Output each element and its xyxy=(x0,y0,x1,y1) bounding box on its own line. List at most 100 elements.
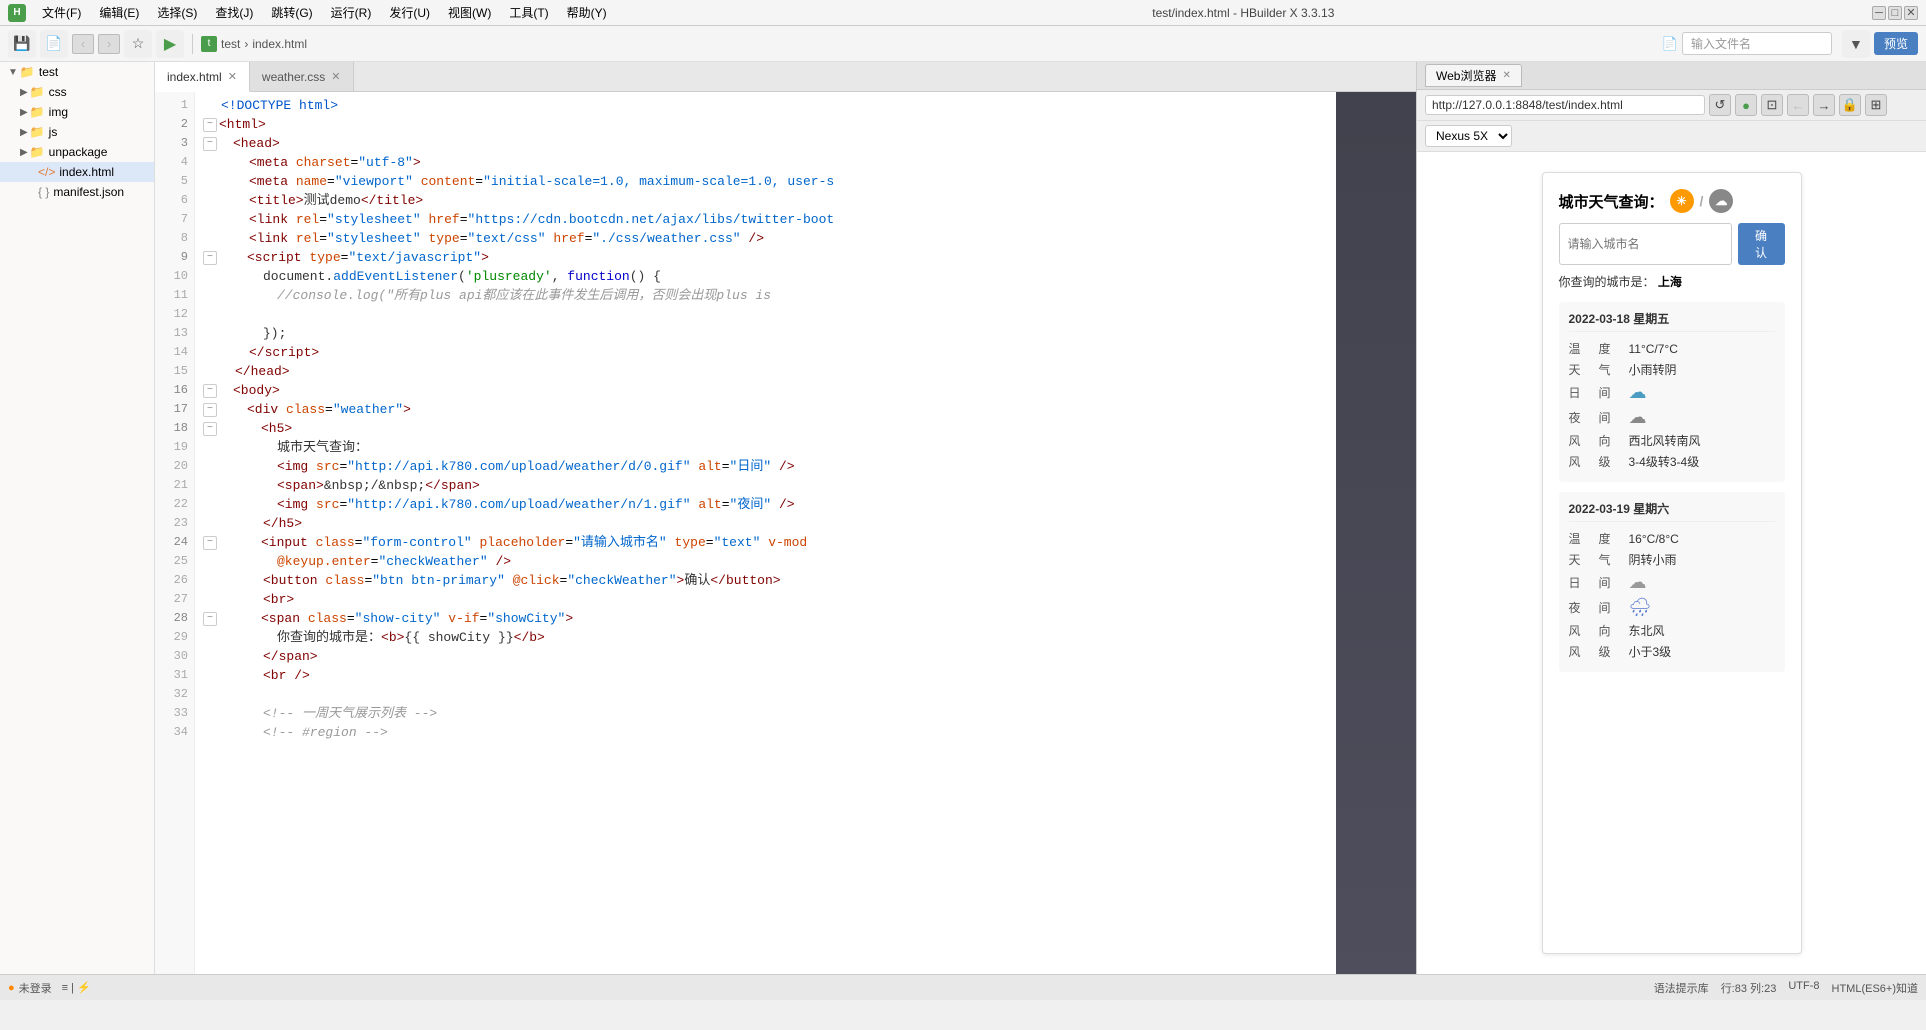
menu-publish[interactable]: 发行(U) xyxy=(381,2,438,23)
ln-15: 15 xyxy=(155,362,194,381)
ln-17: 17 xyxy=(155,400,194,419)
row-icon2: | xyxy=(71,982,74,994)
menu-tools[interactable]: 工具(T) xyxy=(501,2,556,23)
ln-23: 23 xyxy=(155,514,194,533)
menu-help[interactable]: 帮助(Y) xyxy=(559,2,615,23)
menu-view[interactable]: 视图(W) xyxy=(440,2,499,23)
login-status[interactable]: ● 未登录 xyxy=(8,980,52,996)
weather-day-2: 2022-03-19 星期六 温 度 16°C/8°C 天 气 阴转小雨 日 间 xyxy=(1559,492,1785,672)
syntax-btn[interactable]: HTML(ES6+)知道 xyxy=(1832,980,1919,996)
code-line-20: <img src="http://api.k780.com/upload/wea… xyxy=(195,457,1336,476)
code-line-5: <meta name="viewport" content="initial-s… xyxy=(195,172,1336,191)
fold-24[interactable]: − xyxy=(203,536,217,550)
sidebar-item-index[interactable]: </> index.html xyxy=(0,162,154,182)
close-button[interactable]: ✕ xyxy=(1904,6,1918,20)
tab-weather-css[interactable]: weather.css ✕ xyxy=(250,62,354,91)
root-arrow: ▼ xyxy=(8,67,18,78)
fold-9[interactable]: − xyxy=(203,251,217,265)
code-text-25: @keyup.enter="checkWeather" /> xyxy=(221,552,511,571)
back-button[interactable]: ‹ xyxy=(72,34,94,54)
grid-button[interactable]: ⊞ xyxy=(1865,94,1887,116)
tab-index-html[interactable]: index.html ✕ xyxy=(155,62,250,92)
menu-file[interactable]: 文件(F) xyxy=(34,2,89,23)
tab-weather-close[interactable]: ✕ xyxy=(331,70,340,83)
js-arrow: ▶ xyxy=(20,127,28,138)
file-input-field[interactable]: 输入文件名 xyxy=(1682,32,1832,55)
screenshot-button[interactable]: ⊡ xyxy=(1761,94,1783,116)
browser-tab-close[interactable]: ✕ xyxy=(1502,70,1510,81)
fold-17[interactable]: − xyxy=(203,403,217,417)
code-line-3: − <head> xyxy=(195,134,1336,153)
code-text-16: <body> xyxy=(219,381,280,400)
reload-button[interactable]: ● xyxy=(1735,94,1757,116)
img-label: img xyxy=(49,105,68,119)
fold-3[interactable]: − xyxy=(203,137,217,151)
file-icon: 📄 xyxy=(1662,36,1678,52)
ln-19: 19 xyxy=(155,438,194,457)
sidebar-item-css[interactable]: ▶ 📁 css xyxy=(0,82,154,102)
save-button[interactable]: 💾 xyxy=(8,30,36,58)
code-text-18: <h5> xyxy=(219,419,292,438)
city-input[interactable] xyxy=(1559,223,1732,265)
forward-button[interactable]: › xyxy=(98,34,120,54)
fold-2[interactable]: − xyxy=(203,118,217,132)
day2-night-icon: 🌧 xyxy=(1629,597,1775,618)
code-content[interactable]: <!DOCTYPE html> − <html> − <head> <meta … xyxy=(195,92,1336,974)
run-button[interactable]: ▶ xyxy=(156,30,184,58)
lock-button[interactable]: 🔒 xyxy=(1839,94,1861,116)
menu-select[interactable]: 选择(S) xyxy=(149,2,205,23)
img-folder-icon: 📁 xyxy=(30,105,45,119)
code-text-4: <meta charset="utf-8"> xyxy=(221,153,421,172)
device-bar: Nexus 5X xyxy=(1417,121,1926,152)
code-line-19: 城市天气查询： xyxy=(195,438,1336,457)
breadcrumb-file[interactable]: index.html xyxy=(252,37,307,51)
day1-weather-label: 天 xyxy=(1569,361,1599,378)
browser-tab[interactable]: Web浏览器 ✕ xyxy=(1425,64,1522,87)
code-line-25: @keyup.enter="checkWeather" /> xyxy=(195,552,1336,571)
day1-day-icon: ☁ xyxy=(1629,382,1775,403)
day2-weather-label: 天 xyxy=(1569,551,1599,568)
tab-index-label: index.html xyxy=(167,70,222,84)
day2-day-label2: 间 xyxy=(1599,574,1629,591)
filter-icon[interactable]: ▼ xyxy=(1842,30,1870,58)
hint-btn[interactable]: 语法提示库 xyxy=(1654,980,1709,996)
code-line-13: }); xyxy=(195,324,1336,343)
preview-button[interactable]: 预览 xyxy=(1874,32,1918,55)
fold-28[interactable]: − xyxy=(203,612,217,626)
sidebar-item-img[interactable]: ▶ 📁 img xyxy=(0,102,154,122)
status-bar: ● 未登录 ≡ | ⚡ 语法提示库 行:83 列:23 UTF-8 HTML(E… xyxy=(0,974,1926,1000)
nav-back-button[interactable]: ← xyxy=(1787,94,1809,116)
star-button[interactable]: ☆ xyxy=(124,30,152,58)
device-select[interactable]: Nexus 5X xyxy=(1425,125,1512,147)
confirm-button[interactable]: 确认 xyxy=(1738,223,1785,265)
line-numbers: 1 2 3 4 5 6 7 8 9 10 11 12 13 14 15 16 1… xyxy=(155,92,195,974)
code-editor[interactable]: 1 2 3 4 5 6 7 8 9 10 11 12 13 14 15 16 1… xyxy=(155,92,1416,974)
menu-run[interactable]: 运行(R) xyxy=(323,2,380,23)
new-file-button[interactable]: 📄 xyxy=(40,30,68,58)
fold-16[interactable]: − xyxy=(203,384,217,398)
browser-content: 城市天气查询： ☀ / ☁ 确认 你查询的城市是： 上海 2022-03-18 … xyxy=(1417,152,1926,974)
url-input[interactable] xyxy=(1425,95,1705,115)
menu-find[interactable]: 查找(J) xyxy=(207,2,261,23)
fold-18[interactable]: − xyxy=(203,422,217,436)
day2-weather-value: 阴转小雨 xyxy=(1629,551,1775,568)
manifest-label: manifest.json xyxy=(53,185,124,199)
maximize-button[interactable]: □ xyxy=(1888,6,1902,20)
day2-night-label: 夜 xyxy=(1569,599,1599,616)
ln-12: 12 xyxy=(155,305,194,324)
sidebar-item-js[interactable]: ▶ 📁 js xyxy=(0,122,154,142)
sidebar-item-unpackage[interactable]: ▶ 📁 unpackage xyxy=(0,142,154,162)
sidebar: ▼ 📁 test ▶ 📁 css ▶ 📁 img ▶ 📁 js ▶ 📁 unpa… xyxy=(0,62,155,974)
menu-jump[interactable]: 跳转(G) xyxy=(263,2,320,23)
minimize-button[interactable]: ─ xyxy=(1872,6,1886,20)
menu-edit[interactable]: 编辑(E) xyxy=(91,2,147,23)
sidebar-item-manifest[interactable]: { } manifest.json xyxy=(0,182,154,202)
breadcrumb-project[interactable]: test xyxy=(221,37,240,51)
ln-26: 26 xyxy=(155,571,194,590)
encoding-btn[interactable]: UTF-8 xyxy=(1788,980,1819,996)
nav-forward-button[interactable]: → xyxy=(1813,94,1835,116)
sidebar-root[interactable]: ▼ 📁 test xyxy=(0,62,154,82)
refresh-button[interactable]: ↺ xyxy=(1709,94,1731,116)
tab-index-close[interactable]: ✕ xyxy=(228,70,237,83)
login-label: 未登录 xyxy=(19,980,52,996)
